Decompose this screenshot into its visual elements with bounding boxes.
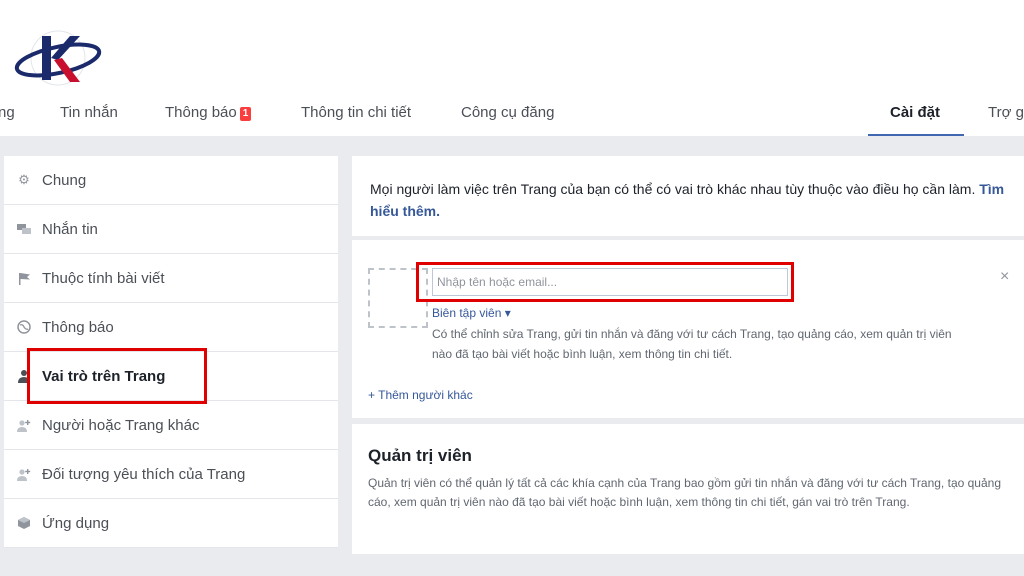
sidebar-item-label: Đối tượng yêu thích của Trang	[42, 465, 246, 483]
admin-description: Quản trị viên có thể quản lý tất cả các …	[368, 476, 1001, 509]
cube-icon	[16, 515, 32, 531]
intro-panel: Mọi người làm việc trên Trang của bạn có…	[352, 156, 1024, 236]
tab-notifications[interactable]: Thông báo 1	[165, 104, 252, 121]
tab-insights[interactable]: Thông tin chi tiết	[301, 104, 411, 121]
flag-icon	[16, 270, 32, 286]
admin-section-title: Quản trị viên	[368, 446, 472, 465]
sidebar-item-messaging[interactable]: Nhắn tin	[4, 205, 338, 254]
sidebar-item-label: Chung	[42, 171, 87, 189]
brand-logo	[14, 28, 102, 88]
logo-k-icon	[14, 30, 102, 86]
tab-messages[interactable]: Tin nhắn	[60, 104, 118, 121]
sidebar-item-preferred-audience[interactable]: Đối tượng yêu thích của Trang	[4, 450, 338, 499]
close-icon[interactable]: ×	[1000, 268, 1009, 286]
sidebar-item-people-and-pages[interactable]: Người hoặc Trang khác	[4, 401, 338, 450]
sidebar-item-label: Thông báo	[42, 318, 114, 336]
globe-icon	[16, 319, 32, 335]
intro-text: Mọi người làm việc trên Trang của bạn có…	[370, 178, 1020, 222]
notification-badge: 1	[239, 107, 252, 121]
role-description: Có thể chỉnh sửa Trang, gửi tin nhắn và …	[432, 327, 952, 361]
highlight-box-page-roles	[27, 348, 207, 404]
tab-publishing-tools[interactable]: Công cụ đăng	[461, 104, 554, 121]
person-plus-icon	[16, 466, 32, 482]
sidebar-item-label: Nhắn tin	[42, 220, 98, 238]
tab-home[interactable]: ng	[0, 104, 15, 121]
sidebar-item-apps[interactable]: Ứng dụng	[4, 499, 338, 548]
top-nav: ng Tin nhắn Thông báo 1 Thông tin chi tiế…	[0, 94, 1024, 137]
sidebar-item-notifications[interactable]: Thông báo	[4, 303, 338, 352]
person-plus-icon	[16, 417, 32, 433]
assign-role-panel: × Biên tập viên ▾ Có thể chỉnh sửa Trang…	[352, 240, 1024, 418]
gear-icon: ⚙	[18, 172, 30, 187]
add-another-person-link[interactable]: + Thêm người khác	[368, 388, 473, 402]
sidebar-item-post-attribution[interactable]: Thuộc tính bài viết	[4, 254, 338, 303]
sidebar-item-general[interactable]: ⚙ Chung	[4, 156, 338, 205]
sidebar-item-label: Ứng dụng	[42, 514, 110, 532]
admin-panel: Quản trị viên Quản trị viên có thể quản …	[352, 424, 1024, 554]
sidebar-item-label: Thuộc tính bài viết	[42, 269, 165, 287]
tab-notifications-label: Thông báo	[165, 104, 237, 121]
intro-description: Mọi người làm việc trên Trang của bạn có…	[370, 181, 976, 197]
sidebar-item-label: Người hoặc Trang khác	[42, 416, 200, 434]
chat-icon	[16, 221, 32, 237]
role-dropdown[interactable]: Biên tập viên ▾	[432, 306, 511, 320]
tab-help[interactable]: Trợ g	[988, 104, 1024, 121]
tab-settings[interactable]: Cài đặt	[890, 104, 940, 121]
highlight-box-input	[416, 262, 794, 302]
